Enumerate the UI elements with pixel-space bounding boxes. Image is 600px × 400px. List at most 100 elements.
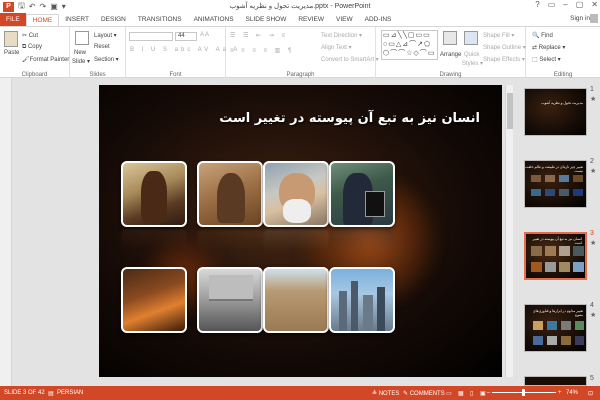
list-buttons[interactable]: ☰ ☰ ⇤ ⇥ ≡ [230, 32, 288, 39]
close-icon[interactable]: ✕ [591, 0, 598, 9]
fit-to-window-icon[interactable]: ⊡ [588, 390, 593, 397]
align-text-button[interactable]: Align Text ▾ [321, 44, 352, 51]
convert-smartart-button[interactable]: Convert to SmartArt ▾ [321, 56, 379, 63]
notes-button[interactable]: ≜ NOTES [372, 390, 399, 397]
help-icon[interactable]: ? [535, 0, 539, 9]
zoom-in-icon[interactable]: + [558, 390, 562, 396]
reset-button[interactable]: Reset [94, 44, 110, 50]
comments-icon: ✎ [403, 391, 410, 397]
tab-insert[interactable]: INSERT [59, 14, 95, 26]
slide-thumbnail[interactable]: تغییر مداوم در ابزارها و فناوری‌های متنو… [524, 304, 587, 352]
ribbon-display-icon[interactable]: ▭ [548, 0, 556, 9]
thumb-photo [559, 189, 569, 196]
font-name-field[interactable] [129, 32, 173, 41]
tab-slide-show[interactable]: SLIDE SHOW [240, 14, 293, 26]
arrange-icon[interactable] [443, 31, 457, 45]
notes-icon: ≜ [372, 391, 379, 397]
language-indicator[interactable]: PERSIAN [57, 390, 83, 396]
thumb-photo [545, 175, 555, 182]
zoom-slider-thumb[interactable] [522, 389, 525, 396]
quick-styles-icon[interactable] [464, 31, 478, 45]
font-size-field[interactable]: 44 [175, 32, 197, 41]
photo-man-tablet[interactable] [329, 161, 395, 227]
tab-home[interactable]: HOME [25, 14, 60, 26]
shape-outline-button[interactable]: Shape Outline ▾ [483, 44, 526, 51]
slide-sorter-icon[interactable]: ▦ [458, 390, 464, 397]
photo-skyline[interactable] [329, 267, 395, 333]
slide-thumbnail[interactable]: تغییر چیز تازه‌ای در طبیعت و عالم خلقت ن… [524, 160, 587, 208]
paste-button[interactable]: Paste [4, 50, 19, 56]
shapes-gallery[interactable]: ▭⊿╲╲▢▭▭ ○▭△⊿⌒↗⬠ ⬡⌒⌒☆◇⌒▭ [381, 30, 438, 60]
ribbon-tabs: FILE HOME INSERT DESIGN TRANSITIONS ANIM… [0, 13, 600, 26]
paste-icon[interactable] [4, 31, 18, 47]
align-buttons[interactable]: ≡ ≡ ≡ ≡ ▥ ¶ [230, 47, 294, 54]
scissors-icon: ✂ [22, 33, 29, 39]
proofing-icon[interactable]: ▤ [48, 390, 54, 397]
title-bar: P 🖫 ↶ ↷ ▣ ▾ مدیریت تحول و نظریه آشوب.ppt… [0, 0, 600, 13]
sign-in-link[interactable]: Sign in [570, 15, 590, 22]
slide-thumbnail[interactable]: مدیریت تحول و نظریه آشوب [524, 88, 587, 136]
replace-button[interactable]: ⇄ Replace ▾ [532, 44, 565, 51]
animation-star-icon: ★ [590, 240, 597, 247]
thumb-photo [531, 175, 541, 182]
shape-fill-button[interactable]: Shape Fill ▾ [483, 32, 514, 39]
select-label: Select ▾ [539, 57, 561, 63]
tab-view[interactable]: VIEW [330, 14, 359, 26]
slide-thumbnail[interactable] [524, 376, 587, 386]
normal-view-icon[interactable]: ▭ [446, 390, 452, 397]
text-direction-button[interactable]: Text Direction ▾ [321, 32, 362, 39]
thumb-number: 5 [590, 375, 594, 382]
slide-title[interactable]: انسان نیز به تبع آن پیوسته در تغییر است [219, 111, 480, 126]
left-collapse-strip[interactable] [0, 78, 12, 386]
find-button[interactable]: 🔍 Find [532, 32, 553, 39]
quick-styles-dropdown[interactable]: Styles ▾ [462, 60, 483, 67]
arrange-button[interactable]: Arrange [440, 52, 461, 58]
photo-old-city[interactable] [263, 267, 329, 333]
clipboard-group: Paste ✂ Cut ⧉ Copy 🖌Format Painter Clipb… [0, 27, 70, 79]
animation-star-icon: ★ [590, 96, 597, 103]
thumb-photo [545, 189, 555, 196]
tab-review[interactable]: REVIEW [292, 14, 330, 26]
comments-button[interactable]: ✎ COMMENTS [403, 390, 445, 397]
thumb-photo [573, 189, 583, 196]
tab-file[interactable]: FILE [0, 13, 26, 26]
maximize-icon[interactable]: ▢ [576, 0, 584, 9]
photo-vintage-man[interactable] [197, 161, 263, 227]
thumb-photo [573, 246, 584, 256]
quick-styles-button[interactable]: Quick [464, 52, 479, 58]
current-slide[interactable]: انسان نیز به تبع آن پیوسته در تغییر است [99, 85, 502, 377]
slide-thumbnail-selected[interactable]: انسان نیز به تبع آن پیوسته در تغییر است [524, 232, 587, 280]
font-size-grow-icon[interactable]: A A [200, 32, 209, 38]
new-slide-button[interactable]: New [74, 50, 86, 56]
copy-button[interactable]: ⧉ Copy [22, 44, 42, 51]
tab-add-ins[interactable]: ADD-INS [359, 14, 398, 26]
photo-caveman[interactable] [121, 161, 187, 227]
avatar[interactable] [590, 14, 598, 23]
photo-historic-street[interactable] [197, 267, 263, 333]
photo-fire-people[interactable] [121, 267, 187, 333]
section-button[interactable]: Section ▾ [94, 56, 119, 63]
new-slide-icon[interactable] [75, 31, 89, 45]
new-slide-dropdown[interactable]: Slide ▾ [72, 58, 90, 65]
reflection [197, 229, 263, 251]
zoom-level[interactable]: 74% [566, 390, 578, 396]
photo-old-man[interactable] [263, 161, 329, 227]
skyscraper [377, 287, 385, 331]
minimize-icon[interactable]: – [563, 0, 567, 9]
font-style-buttons[interactable]: B I U S abc AV Aa A [130, 47, 240, 53]
slideshow-view-icon[interactable]: ▣ [480, 390, 486, 397]
zoom-out-icon[interactable]: – [487, 390, 490, 396]
format-painter-button[interactable]: 🖌Format Painter [22, 56, 69, 63]
layout-button[interactable]: Layout ▾ [94, 32, 117, 39]
tab-transitions[interactable]: TRANSITIONS [132, 14, 188, 26]
cut-button[interactable]: ✂ Cut [22, 32, 38, 39]
tab-design[interactable]: DESIGN [95, 14, 132, 26]
select-button[interactable]: ⬚ Select ▾ [532, 56, 561, 63]
find-icon: 🔍 [532, 33, 542, 39]
tab-animations[interactable]: ANIMATIONS [188, 14, 240, 26]
reading-view-icon[interactable]: ▯ [470, 390, 473, 397]
slide-scrollbar[interactable] [505, 85, 513, 377]
reflection [121, 229, 187, 251]
shape-effects-button[interactable]: Shape Effects ▾ [483, 56, 525, 63]
reflection [263, 229, 329, 251]
